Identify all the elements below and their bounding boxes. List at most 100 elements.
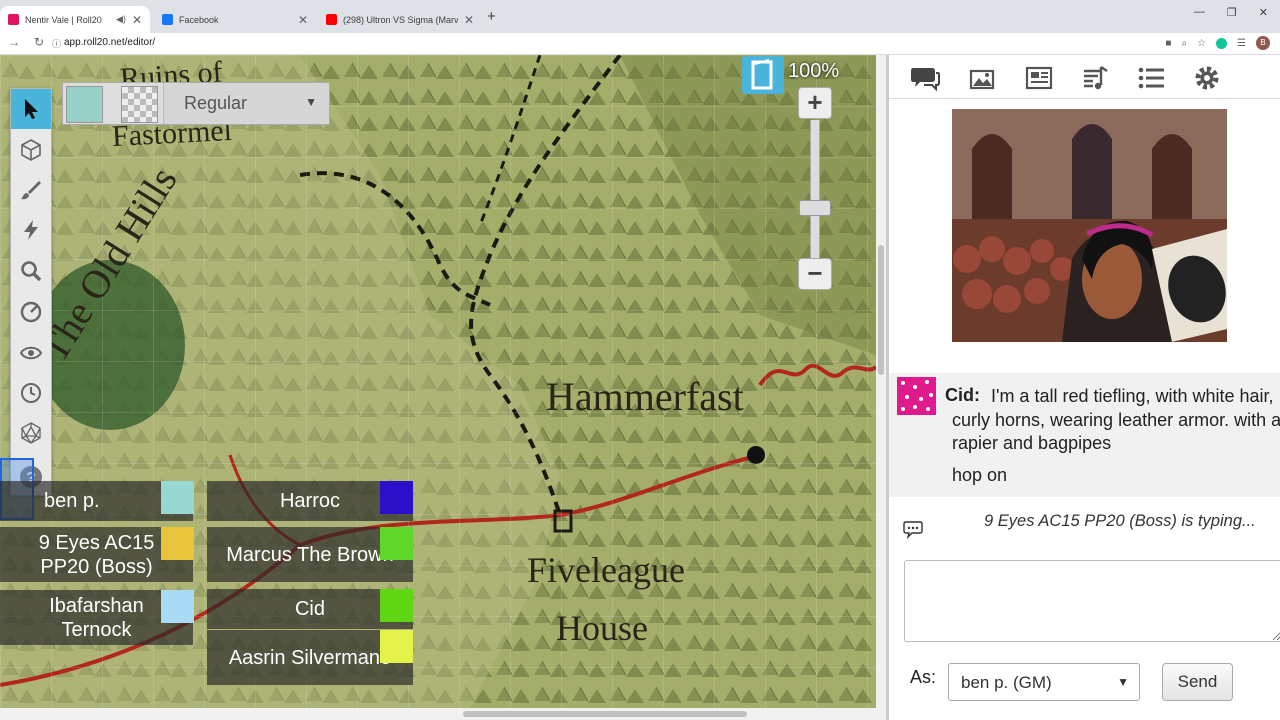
chevron-down-icon: ▼ xyxy=(305,95,317,109)
player-color-swatch[interactable] xyxy=(380,589,413,622)
message-text: I'm a tall red tiefling, with white hair… xyxy=(952,386,1280,453)
player-name: Aasrin Silvermane xyxy=(228,646,392,669)
player-color-swatch[interactable] xyxy=(380,630,413,663)
sidebar-panel: I'm a tall red tiefling, with white hair… xyxy=(886,55,1280,720)
zoom-slider-track[interactable] xyxy=(810,120,820,258)
info-icon[interactable]: ⓘ xyxy=(52,37,61,50)
player-name: Harroc xyxy=(279,490,340,512)
player-color-swatch[interactable] xyxy=(380,527,413,560)
typing-indicator: 9 Eyes AC15 PP20 (Boss) is typing... xyxy=(984,512,1256,530)
profile-avatar[interactable]: B xyxy=(1256,36,1270,50)
chat-animated-image xyxy=(952,109,1227,342)
extension-icons: ■ ⌕ ☆ ☰ B xyxy=(1165,36,1270,50)
player-entry[interactable]: 9 Eyes AC15 PP20 (Boss) xyxy=(0,527,194,582)
restore-icon[interactable]: ❐ xyxy=(1227,6,1237,19)
player-name: 9 Eyes AC15 PP20 (Boss) xyxy=(38,531,155,578)
sidebar-tabs xyxy=(889,55,1280,99)
zoom-out-button[interactable]: − xyxy=(798,258,832,290)
zoom-level: 100% xyxy=(788,60,840,82)
browser-tab-bar: Nentir Vale | Roll20 ◀) ✕ Facebook ✕ (29… xyxy=(0,0,1280,33)
speak-as-value: ben p. (GM) xyxy=(961,673,1052,692)
tab-title: Facebook xyxy=(179,14,219,25)
tab-facebook[interactable]: Facebook ✕ xyxy=(154,6,316,33)
tab-journal[interactable] xyxy=(1024,63,1054,93)
send-button[interactable]: Send xyxy=(1162,663,1233,701)
fx-tool-button[interactable] xyxy=(11,210,51,250)
brush-icon xyxy=(21,181,41,200)
player-color-swatch[interactable] xyxy=(161,527,194,560)
close-tab-icon[interactable]: ✕ xyxy=(132,13,142,27)
tab-title: (298) Ultron VS Sigma (Marvel V xyxy=(343,14,458,25)
player-color-swatch[interactable] xyxy=(161,590,194,623)
list-icon xyxy=(1138,67,1164,89)
nav-buttons: → ↻ xyxy=(8,35,44,49)
tab-compendium[interactable] xyxy=(1136,63,1166,93)
player-color-swatch[interactable] xyxy=(380,481,413,514)
zoom-icon[interactable]: ⌕ xyxy=(1181,38,1187,49)
address-bar: → ↻ ⓘ app.roll20.net/editor/ ■ ⌕ ☆ ☰ B xyxy=(0,33,1280,55)
pointer-icon xyxy=(25,99,38,119)
draw-tool-button[interactable] xyxy=(11,170,51,210)
player-color-swatch[interactable] xyxy=(161,481,194,514)
tab-jukebox[interactable] xyxy=(1080,63,1110,93)
scroll-thumb[interactable] xyxy=(878,245,884,375)
tab-chat[interactable] xyxy=(910,63,940,93)
tab-art-library[interactable] xyxy=(967,63,997,93)
tab-roll20[interactable]: Nentir Vale | Roll20 ◀) ✕ xyxy=(0,6,150,33)
close-window-icon[interactable]: ✕ xyxy=(1259,6,1268,19)
star-icon[interactable]: ☆ xyxy=(1197,38,1206,49)
tab-settings[interactable] xyxy=(1192,63,1222,93)
avatar xyxy=(897,377,936,415)
turn-tracker-button[interactable] xyxy=(11,373,51,413)
player-entry[interactable]: ben p. xyxy=(0,481,194,521)
zoom-slider-handle[interactable] xyxy=(799,200,831,216)
chat-message: I'm a tall red tiefling, with white hair… xyxy=(889,373,1280,497)
player-name: Cid xyxy=(294,598,325,620)
tab-youtube[interactable]: (298) Ultron VS Sigma (Marvel V ✕ xyxy=(318,6,482,33)
playlist-icon[interactable]: ☰ xyxy=(1237,38,1246,49)
fog-tool-button[interactable] xyxy=(11,333,51,373)
vertical-scrollbar[interactable] xyxy=(876,55,886,708)
layer-select-value: Regular xyxy=(184,93,248,113)
new-tab-button[interactable]: + xyxy=(487,8,496,25)
message-text-2: hop on xyxy=(952,465,1008,485)
close-tab-icon[interactable]: ✕ xyxy=(298,13,308,27)
grammarly-icon[interactable] xyxy=(1216,37,1228,49)
horizontal-scrollbar[interactable] xyxy=(0,708,886,720)
layer-tool-button[interactable] xyxy=(11,130,51,170)
magnifier-icon xyxy=(21,261,42,282)
player-entry[interactable]: Ibafarshan Ternock xyxy=(0,590,194,645)
layer-select[interactable]: Regular ▼ xyxy=(163,83,329,124)
map-label-house: House xyxy=(556,608,648,648)
select-tool-button[interactable] xyxy=(11,89,51,129)
dice-tool-button[interactable] xyxy=(11,413,51,453)
fill-color-swatch[interactable] xyxy=(66,86,103,123)
token-layer-controls: Regular ▼ xyxy=(62,82,330,125)
transparent-swatch[interactable] xyxy=(121,86,158,123)
close-tab-icon[interactable]: ✕ xyxy=(464,13,474,27)
zoom-tool-button[interactable] xyxy=(11,251,51,291)
url-field[interactable]: app.roll20.net/editor/ xyxy=(64,37,155,48)
newspaper-icon xyxy=(1025,66,1053,90)
chevron-down-icon: ▼ xyxy=(1117,675,1129,689)
speak-as-select[interactable]: ben p. (GM) ▼ xyxy=(948,663,1140,701)
scroll-thumb[interactable] xyxy=(463,711,747,717)
player-name: Ibafarshan Ternock xyxy=(49,594,144,641)
camera-icon[interactable]: ■ xyxy=(1165,38,1171,49)
chat-input[interactable] xyxy=(904,560,1280,642)
forward-icon[interactable]: → xyxy=(8,35,20,49)
tool-palette: ? xyxy=(10,88,52,496)
page-toolbar-button[interactable] xyxy=(742,56,784,94)
reload-icon[interactable]: ↻ xyxy=(34,35,44,49)
player-entry[interactable]: Cid xyxy=(207,589,413,629)
image-icon xyxy=(969,69,995,90)
measure-tool-button[interactable] xyxy=(11,292,51,332)
player-entry[interactable]: Aasrin Silvermane xyxy=(207,630,413,685)
eye-icon xyxy=(19,346,43,360)
youtube-favicon-icon xyxy=(326,14,337,25)
player-name: ben p. xyxy=(44,490,100,512)
zoom-in-button[interactable]: + xyxy=(798,87,832,119)
player-entry[interactable]: Harroc xyxy=(207,481,413,521)
minimize-icon[interactable]: — xyxy=(1194,6,1205,19)
player-entry[interactable]: Marcus The Brown xyxy=(207,527,413,582)
